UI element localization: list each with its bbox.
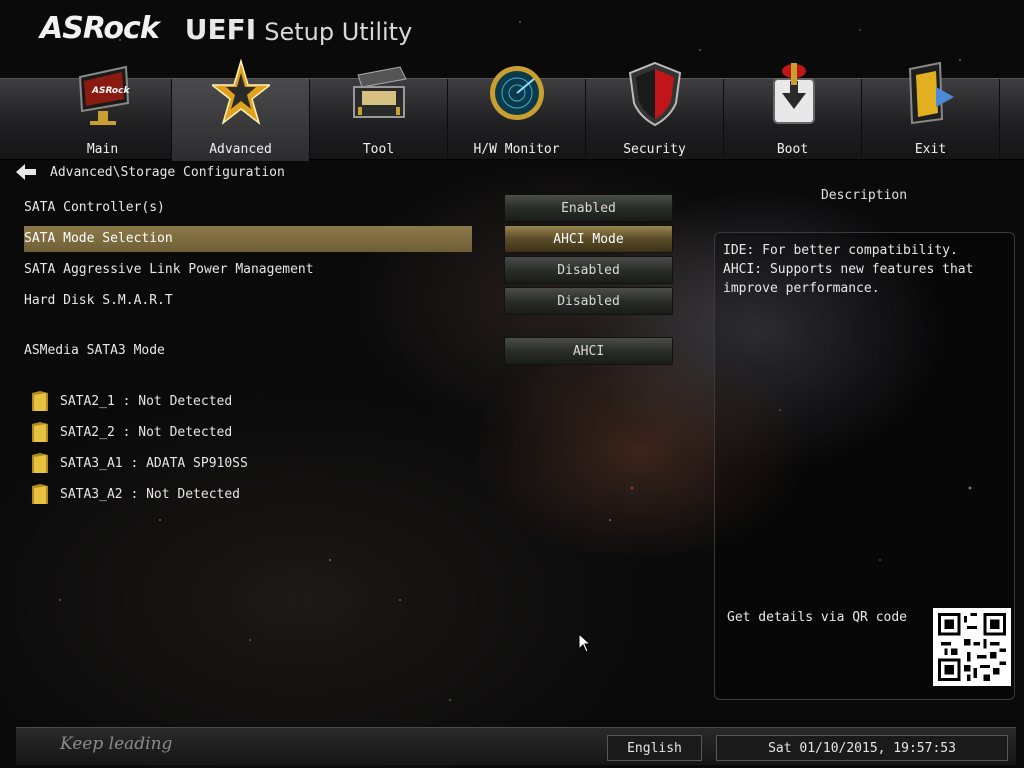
tab-advanced[interactable]: Advanced	[172, 59, 310, 161]
tab-exit[interactable]: Exit	[862, 61, 1000, 161]
exit-door-icon	[908, 61, 954, 125]
value-asmedia-sata3-mode[interactable]: AHCI	[504, 337, 673, 365]
setting-hard-disk-smart[interactable]: Hard Disk S.M.A.R.T	[24, 288, 472, 314]
title-uefi: UEFI	[184, 13, 257, 46]
folder-icon	[32, 453, 48, 473]
mouse-cursor-icon	[578, 633, 592, 653]
setting-sata-link-power-management[interactable]: SATA Aggressive Link Power Management	[24, 257, 472, 283]
qr-label: Get details via QR code	[727, 610, 908, 625]
drive-item[interactable]: SATA3_A2 : Not Detected	[30, 481, 240, 507]
monitor-icon: ASRock	[78, 65, 130, 125]
drive-item[interactable]: SATA3_A1 : ADATA SP910SS	[30, 450, 248, 476]
tab-hw-monitor[interactable]: H/W Monitor	[448, 66, 586, 161]
language-button[interactable]: English	[607, 735, 702, 761]
folder-icon	[32, 422, 48, 442]
toolbox-icon	[353, 66, 407, 118]
value-sata-link-power-management[interactable]: Disabled	[504, 256, 673, 284]
boot-arrow-icon	[773, 63, 815, 124]
tab-main[interactable]: ASRock Main	[34, 65, 172, 161]
star-icon	[212, 59, 270, 126]
drive-item[interactable]: SATA2_1 : Not Detected	[30, 388, 232, 414]
setting-asmedia-sata3-mode[interactable]: ASMedia SATA3 Mode	[24, 338, 472, 364]
slogan: Keep leading	[60, 734, 173, 754]
folder-icon	[32, 391, 48, 411]
tab-advanced-label: Advanced	[209, 142, 272, 157]
value-sata-controllers[interactable]: Enabled	[504, 194, 673, 222]
description-panel: IDE: For better compatibility. AHCI: Sup…	[714, 232, 1015, 700]
setting-sata-mode-selection[interactable]: SATA Mode Selection	[24, 226, 472, 252]
back-arrow-icon[interactable]	[16, 164, 36, 180]
tab-hw-monitor-label: H/W Monitor	[473, 142, 560, 157]
datetime-display: Sat 01/10/2015, 19:57:53	[716, 735, 1008, 761]
drive-label: SATA2_2 : Not Detected	[60, 424, 233, 440]
tab-security[interactable]: Security	[586, 61, 724, 161]
svg-text:ASRock: ASRock	[91, 86, 130, 96]
folder-icon	[32, 484, 48, 504]
title-setup-utility: Setup Utility	[264, 18, 413, 46]
setting-sata-controllers[interactable]: SATA Controller(s)	[24, 195, 472, 221]
breadcrumb: Advanced\Storage Configuration	[16, 163, 285, 181]
tab-main-label: Main	[86, 142, 119, 157]
footer-bar: Keep leading English Sat 01/10/2015, 19:…	[16, 727, 1016, 765]
shield-icon	[628, 61, 682, 127]
tab-tool[interactable]: Tool	[310, 66, 448, 161]
description-text: IDE: For better compatibility. AHCI: Sup…	[723, 243, 974, 296]
breadcrumb-path: Advanced\Storage Configuration	[50, 164, 285, 180]
value-sata-mode-selection[interactable]: AHCI Mode	[504, 225, 673, 253]
tab-boot-label: Boot	[776, 142, 809, 157]
radar-icon	[490, 66, 544, 120]
qr-code-icon	[933, 608, 1011, 686]
header: ASRock UEFI Setup Utility	[40, 8, 412, 46]
tab-security-label: Security	[623, 142, 686, 157]
tab-tool-label: Tool	[362, 142, 395, 157]
tab-exit-label: Exit	[914, 142, 947, 157]
main-nav: ASRock Main Advanced Tool H/W Monitor Se…	[0, 59, 1024, 161]
description-title: Description	[820, 188, 908, 203]
drive-item[interactable]: SATA2_2 : Not Detected	[30, 419, 232, 445]
value-hard-disk-smart[interactable]: Disabled	[504, 287, 673, 315]
drive-label: SATA2_1 : Not Detected	[60, 393, 233, 409]
brand-logo: ASRock	[40, 11, 160, 46]
drive-label: SATA3_A1 : ADATA SP910SS	[60, 455, 248, 471]
tab-boot[interactable]: Boot	[724, 63, 862, 161]
drive-label: SATA3_A2 : Not Detected	[60, 486, 241, 502]
